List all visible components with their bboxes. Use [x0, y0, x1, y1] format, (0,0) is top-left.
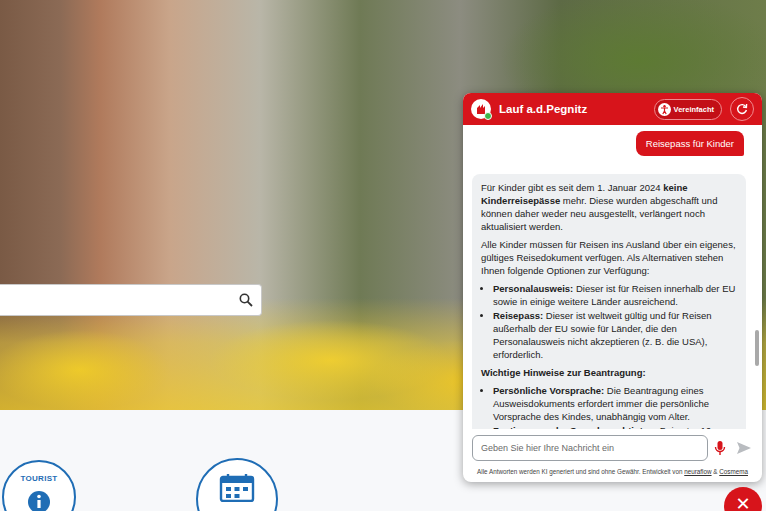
disclaimer: Alle Antworten werden KI generiert und s… — [463, 465, 762, 482]
chat-title: Lauf a.d.Pegnitz — [499, 103, 646, 115]
online-dot — [484, 112, 492, 120]
cosmema-link[interactable]: Cosmema — [719, 468, 748, 475]
simplified-label[interactable]: Vereinfacht — [674, 105, 714, 114]
chat-header: Lauf a.d.Pegnitz Vereinfacht — [463, 93, 762, 125]
simplified-button[interactable]: Vereinfacht — [654, 99, 722, 120]
text-run: Alle Kinder müssen für Reisen ins Auslan… — [481, 239, 736, 276]
calendar-icon[interactable] — [217, 472, 257, 502]
text-run: Personalausweis: — [493, 283, 573, 294]
send-icon[interactable] — [736, 440, 752, 456]
input-row — [463, 429, 762, 465]
list-item: Persönliche Vorsprache: Die Beantragung … — [493, 384, 737, 423]
text-run: Reisepass: — [493, 310, 543, 321]
list-item: Zustimmung der Sorgeberechtigten: Bei un… — [493, 424, 737, 429]
disclaimer-text: Alle Antworten werden KI generiert und s… — [477, 468, 684, 475]
search-icon[interactable] — [239, 293, 253, 307]
list-item: Reisepass: Dieser ist weltweit gültig un… — [493, 309, 737, 361]
text-run: Zustimmung der Sorgeberechtigten: — [493, 425, 657, 429]
chat-messages: Reisepass für Kinder Für Kinder gibt es s… — [463, 125, 762, 429]
paragraph: Für Kinder gibt es seit dem 1. Januar 20… — [481, 181, 737, 233]
refresh-icon[interactable] — [736, 103, 748, 115]
accessibility-icon[interactable] — [658, 103, 671, 116]
text-run: Wichtige Hinweise zur Beantragung: — [481, 367, 646, 378]
text-run: Persönliche Vorsprache: — [493, 385, 604, 396]
paragraph: Alle Kinder müssen für Reisen ins Auslan… — [481, 238, 737, 277]
neuraflow-link[interactable]: neuraflow — [684, 468, 711, 475]
section-heading: Wichtige Hinweise zur Beantragung: — [481, 366, 737, 379]
bullet-list: Persönliche Vorsprache: Die Beantragung … — [481, 384, 737, 429]
site-search[interactable] — [0, 284, 262, 316]
bullet-list: Personalausweis: Dieser ist für Reisen i… — [481, 282, 737, 361]
info-icon[interactable] — [26, 487, 52, 511]
tile-label[interactable]: TOURIST — [20, 474, 57, 483]
list-item: Personalausweis: Dieser ist für Reisen i… — [493, 282, 737, 308]
joiner: & — [712, 468, 720, 475]
bot-message: Für Kinder gibt es seit dem 1. Januar 20… — [472, 174, 746, 429]
chat-logo — [471, 99, 491, 119]
quicklink-tile[interactable] — [196, 458, 278, 511]
refresh-button[interactable] — [730, 97, 754, 121]
quicklink-tile[interactable]: TOURIST — [2, 460, 76, 511]
user-message: Reisepass für Kinder — [636, 131, 744, 156]
chat-widget: Lauf a.d.Pegnitz Vereinfacht Reisepass für… — [463, 93, 762, 482]
message-input[interactable] — [472, 435, 708, 461]
text-run: Für Kinder gibt es seit dem 1. Januar 20… — [481, 182, 663, 193]
microphone-icon[interactable] — [714, 440, 726, 456]
scrollbar-thumb[interactable] — [755, 330, 759, 366]
